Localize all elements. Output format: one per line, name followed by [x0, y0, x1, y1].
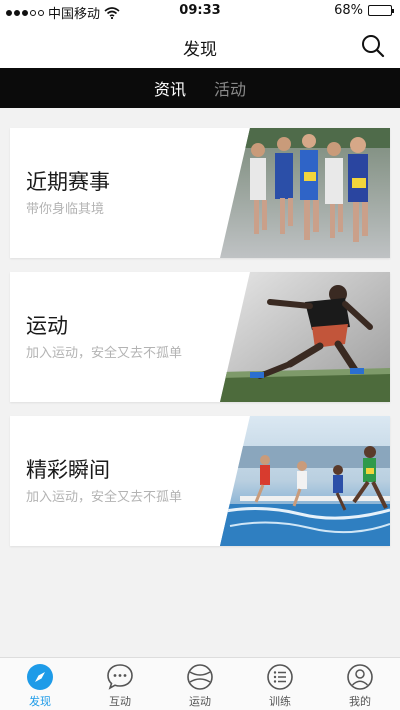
user-icon: [347, 664, 373, 690]
bottom-tab-label: 发现: [29, 695, 51, 708]
bottom-tab-discover[interactable]: 发现: [0, 658, 80, 710]
status-right: 68%: [334, 3, 394, 18]
battery-icon: [368, 5, 394, 16]
bottom-tab-training[interactable]: 训练: [240, 658, 320, 710]
bottom-tab-me[interactable]: 我的: [320, 658, 400, 710]
card-subtitle: 加入运动，安全又去不孤单: [26, 490, 183, 505]
tab-news[interactable]: 资讯: [154, 72, 186, 104]
card-subtitle: 带你身临其境: [26, 202, 105, 217]
tab-events[interactable]: 活动: [214, 72, 246, 104]
card-subtitle: 加入运动，安全又去不孤单: [26, 346, 183, 361]
bottom-nav: 发现 互动 运动 训练 我的: [0, 657, 400, 710]
status-bar: 中国移动 09:33 68%: [0, 0, 400, 24]
list-icon: [267, 664, 293, 690]
search-icon[interactable]: [360, 33, 386, 59]
compass-icon: [27, 664, 53, 690]
chat-bubble-icon: [107, 664, 133, 690]
marathon-runners-image: [220, 128, 390, 258]
ball-icon: [187, 664, 213, 690]
bottom-tab-label: 互动: [109, 695, 131, 708]
bottom-tab-label: 训练: [269, 695, 291, 708]
page-title: 发现: [183, 40, 217, 60]
battery-percent: 68%: [334, 3, 363, 18]
bottom-tab-label: 我的: [349, 695, 371, 708]
bottom-tab-label: 运动: [189, 695, 211, 708]
card-highlights[interactable]: 精彩瞬间 加入运动，安全又去不孤单: [10, 416, 390, 546]
card-title: 精彩瞬间: [26, 458, 110, 482]
bottom-tab-sports[interactable]: 运动: [160, 658, 240, 710]
bottom-tab-interact[interactable]: 互动: [80, 658, 160, 710]
nav-bar: 发现: [0, 24, 400, 68]
card-recent-events[interactable]: 近期赛事 带你身临其境: [10, 128, 390, 258]
sprinter-image: [220, 272, 390, 402]
tab-strip: 资讯 活动: [0, 68, 400, 108]
card-title: 运动: [26, 314, 68, 338]
card-sports[interactable]: 运动 加入运动，安全又去不孤单: [10, 272, 390, 402]
card-title: 近期赛事: [26, 170, 110, 194]
steeplechase-image: [220, 416, 390, 546]
